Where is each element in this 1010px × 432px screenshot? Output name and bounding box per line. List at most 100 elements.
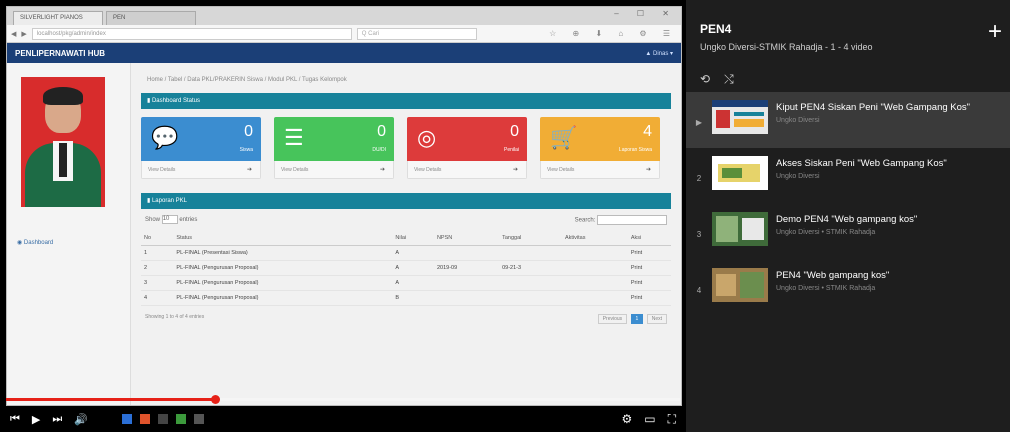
progress-fill: [6, 398, 215, 401]
fullscreen-icon[interactable]: ⛶: [668, 412, 676, 427]
stat-cards: 💬 0 Siswa View Details ➔ ☰ 0 DU/DI View D…: [141, 109, 671, 189]
theater-mode-icon[interactable]: ▭: [644, 412, 655, 427]
app-main: Home / Tabel / Data PKL/PRAKERIN Siswa /…: [131, 63, 681, 405]
table-row: 2 PL-FINAL (Pengurusan Proposal) A 2019-09 0…: [141, 260, 671, 276]
back-icon[interactable]: ◀: [11, 30, 16, 38]
browser-tab[interactable]: SILVERLIGHT PIANOS: [13, 11, 103, 25]
table-cell: [561, 260, 628, 276]
column-header[interactable]: Nilai: [392, 231, 434, 246]
forward-icon[interactable]: ▶: [21, 30, 26, 38]
server-icon: ☰: [284, 125, 304, 150]
print-action[interactable]: Print: [627, 245, 671, 261]
pager-next[interactable]: Next: [646, 314, 667, 324]
column-header[interactable]: Aktivitas: [561, 231, 628, 246]
user-menu[interactable]: ▲ Dinas ▾: [645, 50, 673, 57]
table-cell: 2: [141, 260, 174, 276]
view-details-link[interactable]: View Details: [414, 167, 441, 173]
add-icon[interactable]: +: [988, 20, 1002, 44]
table-cell: A: [392, 245, 434, 261]
playlist-header: PEN4 Ungko Diversi-STMIK Rahadja - 1 - 4…: [686, 0, 1010, 92]
playlist-item[interactable]: 3 Demo PEN4 "Web gampang kos" Ungko Dive…: [686, 204, 1010, 260]
taskbar-app-icon[interactable]: [121, 414, 132, 424]
playlist-item-title[interactable]: Akses Siskan Peni "Web Gampang Kos": [776, 158, 947, 169]
browser-toolbar-icons[interactable]: ☆ ⊕ ⬇ ⌂ ⚙ ☰: [482, 29, 677, 38]
playlist-item[interactable]: ▶ Kiput PEN4 Siskan Peni "Web Gampang Ko…: [686, 92, 1010, 148]
table-panel-header: ▮ Laporan PKL: [141, 193, 671, 209]
table-cell: A: [392, 275, 434, 291]
playlist-items: ▶ Kiput PEN4 Siskan Peni "Web Gampang Ko…: [686, 92, 1010, 316]
next-icon[interactable]: ⏭: [52, 413, 62, 426]
progress-scrubber[interactable]: [210, 395, 220, 404]
playlist-title[interactable]: PEN4: [700, 22, 1000, 36]
print-action[interactable]: Print: [627, 290, 671, 306]
view-details-link[interactable]: View Details: [547, 167, 574, 173]
browser-search-field[interactable]: Q Cari: [356, 27, 477, 40]
playlist-item-title[interactable]: PEN4 "Web gampang kos": [776, 270, 889, 281]
table-search-input[interactable]: [597, 215, 667, 225]
column-header[interactable]: Tanggal: [499, 231, 562, 246]
column-header[interactable]: No: [141, 231, 174, 246]
sidebar-item-dashboard[interactable]: ◉ Dashboard: [17, 239, 53, 246]
table-cell: B: [392, 290, 434, 306]
column-header[interactable]: Aksi: [627, 231, 671, 246]
taskbar-app-icon[interactable]: [157, 414, 168, 424]
video-thumbnail[interactable]: [712, 268, 768, 302]
table-cell: 3: [141, 275, 174, 291]
table-row: 4 PL-FINAL (Pengurusan Proposal) B Print: [141, 290, 671, 306]
table-cell: [433, 290, 500, 306]
table-tools: Show 10 entries Search:: [141, 209, 671, 231]
column-header[interactable]: Status: [173, 231, 393, 246]
column-header[interactable]: NPSN: [433, 231, 500, 246]
table-cell: PL-FINAL (Pengurusan Proposal): [173, 275, 393, 291]
table-header-row: No Status Nilai NPSN Tanggal Aktivitas A…: [141, 231, 671, 246]
previous-icon[interactable]: ⏮: [10, 413, 20, 426]
app-brand[interactable]: PENLIPERNAWATI HUB: [15, 49, 105, 58]
volume-icon[interactable]: 🔊: [74, 413, 88, 426]
arrow-right-icon[interactable]: ➔: [247, 166, 252, 173]
arrow-right-icon[interactable]: ➔: [513, 166, 518, 173]
settings-icon[interactable]: ⚙: [621, 412, 632, 427]
browser-tab[interactable]: PEN: [106, 11, 196, 25]
entries-select[interactable]: 10: [161, 215, 178, 224]
arrow-right-icon[interactable]: ➔: [380, 166, 385, 173]
print-action[interactable]: Print: [627, 260, 671, 276]
taskbar-app-icon[interactable]: [175, 414, 186, 424]
playlist-item-meta: Ungko Diversi: [776, 173, 820, 180]
view-details-link[interactable]: View Details: [281, 167, 308, 173]
loop-icon[interactable]: ⟲: [700, 72, 710, 87]
table-cell: [499, 275, 562, 291]
playlist-item-title[interactable]: Kiput PEN4 Siskan Peni "Web Gampang Kos": [776, 102, 970, 113]
table-cell: [433, 275, 500, 291]
arrow-right-icon[interactable]: ➔: [646, 166, 651, 173]
table-cell: [499, 245, 562, 261]
entries-label: entries: [179, 217, 198, 224]
stat-card-laporan: 🛒 4 Laporan Siswa View Details ➔: [540, 117, 660, 179]
video-thumbnail[interactable]: [712, 156, 768, 190]
playlist-item[interactable]: 4 PEN4 "Web gampang kos" Ungko Diversi •…: [686, 260, 1010, 316]
playlist-item-meta: Ungko Diversi • STMIK Rahadja: [776, 229, 876, 236]
table-cell: PL-FINAL (Pengurusan Proposal): [173, 290, 393, 306]
url-field[interactable]: localhost/pkg/admin/index: [31, 27, 352, 40]
taskbar-icons: [121, 414, 204, 424]
video-player[interactable]: SILVERLIGHT PIANOS PEN – ☐ ✕ ◀ ▶ localho…: [0, 0, 686, 432]
playlist-item-meta: Ungko Diversi • STMIK Rahadja: [776, 285, 876, 292]
taskbar-app-icon[interactable]: [193, 414, 204, 424]
playlist-item-title[interactable]: Demo PEN4 "Web gampang kos": [776, 214, 917, 225]
app-navbar: PENLIPERNAWATI HUB ▲ Dinas ▾: [7, 43, 681, 63]
video-progress-bar[interactable]: [6, 395, 680, 404]
video-thumbnail[interactable]: [712, 212, 768, 246]
playlist-item[interactable]: 2 Akses Siskan Peni "Web Gampang Kos" Un…: [686, 148, 1010, 204]
play-icon[interactable]: ▶: [32, 413, 40, 426]
shuffle-icon[interactable]: ⤭: [724, 72, 734, 87]
video-thumbnail[interactable]: [712, 100, 768, 134]
print-action[interactable]: Print: [627, 275, 671, 291]
pager-prev[interactable]: Previous: [597, 314, 628, 324]
taskbar-app-icon[interactable]: [139, 414, 150, 424]
window-controls[interactable]: – ☐ ✕: [614, 9, 677, 18]
view-details-link[interactable]: View Details: [148, 167, 175, 173]
playlist-item-index: 4: [696, 286, 702, 295]
browser-window: SILVERLIGHT PIANOS PEN – ☐ ✕ ◀ ▶ localho…: [6, 6, 682, 406]
pager-page[interactable]: 1: [630, 314, 644, 324]
table-cell: 09-21-3: [499, 260, 562, 276]
table-footer: Showing 1 to 4 of 4 entries Previous 1 N…: [141, 306, 671, 332]
